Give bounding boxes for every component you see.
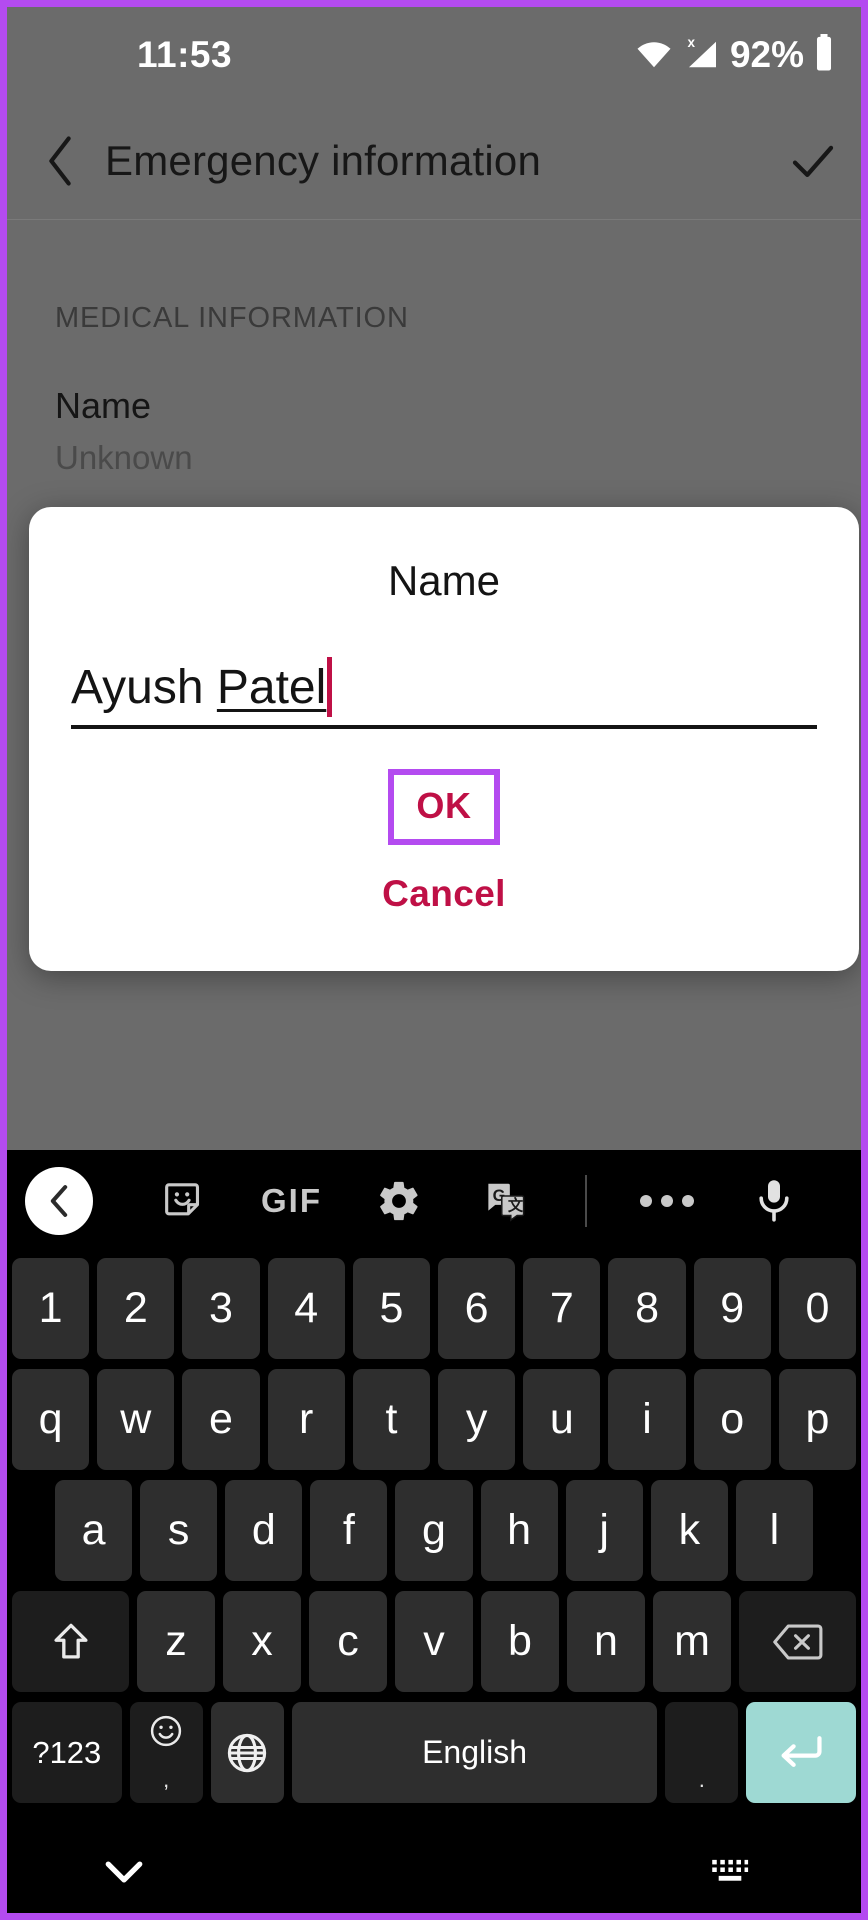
status-bar: 11:53 x 92%	[7, 7, 861, 103]
name-input-value: Ayush Patel	[71, 660, 327, 714]
key-p[interactable]: p	[778, 1369, 857, 1470]
keyboard-toolbar: GIF G 文	[7, 1150, 861, 1252]
key-l[interactable]: l	[735, 1480, 813, 1581]
key-y[interactable]: y	[438, 1369, 516, 1470]
cellular-signal-no-sim-icon: x	[681, 35, 721, 76]
cancel-button[interactable]: Cancel	[382, 873, 506, 915]
svg-text:文: 文	[507, 1197, 523, 1215]
name-input-composing-text: Patel	[216, 660, 327, 714]
key-o[interactable]: o	[693, 1369, 771, 1470]
wifi-icon	[636, 38, 672, 73]
emoji-smiley-icon[interactable]: ,	[129, 1702, 203, 1803]
on-screen-keyboard: GIF G 文 1 2 3 4 5 6 7 8 9 0 q w e r t y …	[7, 1150, 861, 1913]
dialog-ok-row: OK	[29, 769, 859, 845]
key-r[interactable]: r	[267, 1369, 345, 1470]
key-k[interactable]: k	[650, 1480, 728, 1581]
name-input-field[interactable]: Ayush Patel	[71, 653, 817, 729]
key-q[interactable]: q	[12, 1369, 90, 1470]
key-5[interactable]: 5	[352, 1258, 431, 1359]
key-w[interactable]: w	[97, 1369, 175, 1470]
enter-return-icon[interactable]	[746, 1702, 857, 1803]
keyboard-key-rows: 1 2 3 4 5 6 7 8 9 0 q w e r t y u i o p …	[7, 1252, 861, 1813]
name-input-committed-text: Ayush	[71, 660, 217, 714]
dialog-cancel-row: Cancel	[29, 873, 859, 915]
key-c[interactable]: c	[309, 1591, 387, 1692]
period-key[interactable]: .	[665, 1702, 739, 1803]
key-s[interactable]: s	[140, 1480, 218, 1581]
globe-icon[interactable]	[210, 1702, 284, 1803]
symbols-key[interactable]: ?123	[12, 1702, 122, 1803]
key-b[interactable]: b	[481, 1591, 559, 1692]
emoji-glyph	[149, 1714, 183, 1755]
key-z[interactable]: z	[137, 1591, 215, 1692]
svg-text:x: x	[687, 35, 695, 50]
microphone-icon[interactable]	[720, 1177, 827, 1225]
ok-button-annotation-highlight: OK	[388, 769, 500, 845]
key-7[interactable]: 7	[523, 1258, 601, 1359]
app-bar: Emergency information	[7, 103, 861, 220]
page-title: Emergency information	[105, 137, 542, 184]
chevron-left-icon[interactable]	[15, 135, 105, 187]
gif-icon[interactable]: GIF	[238, 1182, 345, 1220]
keyboard-row-numbers: 1 2 3 4 5 6 7 8 9 0	[7, 1258, 861, 1359]
key-6[interactable]: 6	[438, 1258, 516, 1359]
phone-screenshot: 11:53 x 92% Emergency information MEDICA…	[0, 0, 868, 1920]
keyboard-row-modifiers: ?123 , English .	[7, 1702, 861, 1803]
section-header-medical-information: MEDICAL INFORMATION	[55, 302, 409, 334]
gear-icon[interactable]	[345, 1178, 452, 1224]
settings-content: MEDICAL INFORMATION Name Unknown None	[7, 220, 861, 957]
key-x[interactable]: x	[223, 1591, 301, 1692]
battery-icon	[813, 33, 835, 77]
key-i[interactable]: i	[608, 1369, 686, 1470]
more-horizontal-icon[interactable]	[613, 1195, 720, 1207]
key-f[interactable]: f	[310, 1480, 388, 1581]
check-icon[interactable]	[765, 143, 861, 179]
toolbar-divider	[585, 1175, 587, 1227]
keyboard-toolbar-back-button[interactable]	[25, 1167, 93, 1235]
key-m[interactable]: m	[653, 1591, 731, 1692]
key-h[interactable]: h	[480, 1480, 558, 1581]
backspace-icon[interactable]	[739, 1591, 856, 1692]
comma-sub-label: ,	[163, 1767, 170, 1792]
key-e[interactable]: e	[182, 1369, 260, 1470]
dialog-title: Name	[387, 557, 501, 604]
keyboard-icon[interactable]	[709, 1857, 751, 1892]
shift-up-arrow-icon[interactable]	[12, 1591, 129, 1692]
key-4[interactable]: 4	[267, 1258, 345, 1359]
text-cursor	[327, 657, 333, 717]
ok-button[interactable]: OK	[416, 785, 471, 827]
sticker-smiley-icon[interactable]	[131, 1179, 238, 1223]
key-d[interactable]: d	[225, 1480, 303, 1581]
key-3[interactable]: 3	[182, 1258, 260, 1359]
google-translate-icon[interactable]: G 文	[452, 1178, 559, 1224]
keyboard-row-bottom-letters: z x c v b n m	[7, 1591, 861, 1692]
key-0[interactable]: 0	[778, 1258, 857, 1359]
key-v[interactable]: v	[395, 1591, 473, 1692]
keyboard-row-home: a s d f g h j k l	[7, 1480, 861, 1581]
key-9[interactable]: 9	[693, 1258, 771, 1359]
key-n[interactable]: n	[567, 1591, 645, 1692]
field-label-name[interactable]: Name	[7, 335, 861, 427]
key-j[interactable]: j	[565, 1480, 643, 1581]
key-1[interactable]: 1	[12, 1258, 90, 1359]
status-bar-indicators: x 92%	[636, 33, 835, 77]
chevron-down-icon[interactable]	[103, 1858, 145, 1891]
field-value-name[interactable]: Unknown	[7, 427, 861, 477]
key-a[interactable]: a	[55, 1480, 133, 1581]
key-u[interactable]: u	[523, 1369, 601, 1470]
keyboard-row-top: q w e r t y u i o p	[7, 1369, 861, 1470]
key-8[interactable]: 8	[608, 1258, 686, 1359]
key-t[interactable]: t	[352, 1369, 431, 1470]
key-g[interactable]: g	[395, 1480, 473, 1581]
space-key[interactable]: English	[291, 1702, 658, 1803]
status-bar-clock: 11:53	[137, 34, 233, 75]
period-label: .	[698, 1767, 705, 1792]
navigation-bar	[7, 1835, 861, 1913]
battery-percent-label: 92%	[729, 34, 804, 75]
name-input-dialog: Name Ayush Patel OK Cancel	[29, 507, 859, 971]
key-2[interactable]: 2	[97, 1258, 175, 1359]
